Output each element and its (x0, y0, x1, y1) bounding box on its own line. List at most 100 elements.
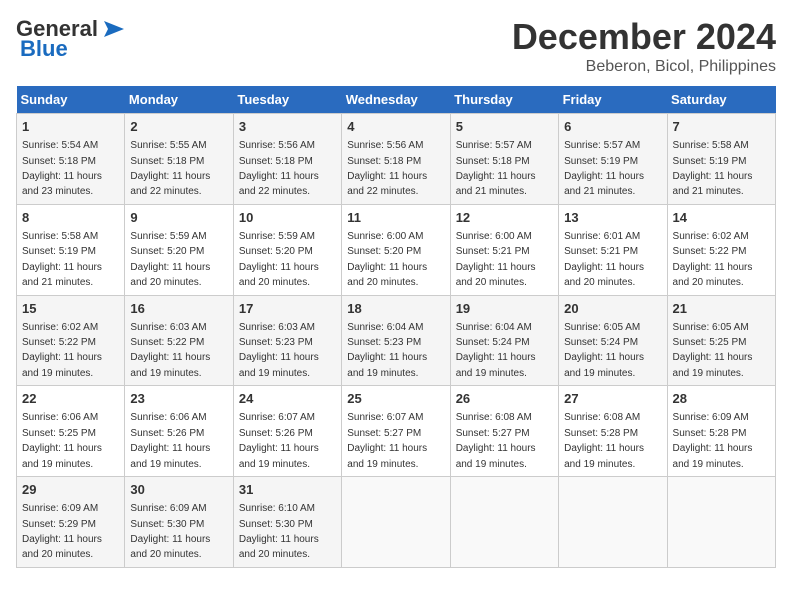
calendar-cell: 30 Sunrise: 6:09 AM Sunset: 5:30 PM Dayli… (125, 477, 233, 568)
weekday-header-friday: Friday (559, 86, 667, 114)
calendar-cell: 4 Sunrise: 5:56 AM Sunset: 5:18 PM Daylig… (342, 114, 450, 205)
day-info: Sunrise: 6:07 AM Sunset: 5:27 PM Dayligh… (347, 412, 427, 469)
calendar-cell: 5 Sunrise: 5:57 AM Sunset: 5:18 PM Daylig… (450, 114, 558, 205)
calendar-cell: 22 Sunrise: 6:06 AM Sunset: 5:25 PM Dayli… (17, 386, 125, 477)
day-info: Sunrise: 5:56 AM Sunset: 5:18 PM Dayligh… (347, 140, 427, 197)
day-info: Sunrise: 5:59 AM Sunset: 5:20 PM Dayligh… (239, 231, 319, 288)
weekday-header-wednesday: Wednesday (342, 86, 450, 114)
day-info: Sunrise: 6:09 AM Sunset: 5:28 PM Dayligh… (673, 412, 753, 469)
calendar-cell: 29 Sunrise: 6:09 AM Sunset: 5:29 PM Dayli… (17, 477, 125, 568)
day-number: 4 (347, 118, 444, 136)
day-info: Sunrise: 5:57 AM Sunset: 5:19 PM Dayligh… (564, 140, 644, 197)
day-info: Sunrise: 5:59 AM Sunset: 5:20 PM Dayligh… (130, 231, 210, 288)
day-info: Sunrise: 6:04 AM Sunset: 5:23 PM Dayligh… (347, 322, 427, 379)
day-info: Sunrise: 6:00 AM Sunset: 5:20 PM Dayligh… (347, 231, 427, 288)
week-row-1: 1Sunrise: 5:54 AM Sunset: 5:18 PM Daylig… (17, 114, 776, 205)
day-number: 24 (239, 390, 336, 408)
day-number: 30 (130, 481, 227, 499)
weekday-header-sunday: Sunday (17, 86, 125, 114)
location-title: Beberon, Bicol, Philippines (512, 58, 776, 76)
calendar-cell: 13 Sunrise: 6:01 AM Sunset: 5:21 PM Dayli… (559, 204, 667, 295)
page-header: General Blue December 2024 Beberon, Bico… (16, 16, 776, 76)
day-info: Sunrise: 6:06 AM Sunset: 5:26 PM Dayligh… (130, 412, 210, 469)
logo-blue: Blue (16, 36, 68, 62)
weekday-header-tuesday: Tuesday (233, 86, 341, 114)
calendar-cell: 15 Sunrise: 6:02 AM Sunset: 5:22 PM Dayli… (17, 295, 125, 386)
day-info: Sunrise: 6:05 AM Sunset: 5:25 PM Dayligh… (673, 322, 753, 379)
calendar-table: SundayMondayTuesdayWednesdayThursdayFrid… (16, 86, 776, 568)
day-info: Sunrise: 5:57 AM Sunset: 5:18 PM Dayligh… (456, 140, 536, 197)
calendar-cell: 18 Sunrise: 6:04 AM Sunset: 5:23 PM Dayli… (342, 295, 450, 386)
calendar-cell: 31Sunrise: 6:10 AM Sunset: 5:30 PM Dayli… (233, 477, 341, 568)
day-number: 3 (239, 118, 336, 136)
day-info: Sunrise: 5:54 AM Sunset: 5:18 PM Dayligh… (22, 140, 102, 197)
day-number: 11 (347, 209, 444, 227)
calendar-cell: 20Sunrise: 6:05 AM Sunset: 5:24 PM Dayli… (559, 295, 667, 386)
calendar-cell: 1Sunrise: 5:54 AM Sunset: 5:18 PM Daylig… (17, 114, 125, 205)
week-row-4: 22 Sunrise: 6:06 AM Sunset: 5:25 PM Dayli… (17, 386, 776, 477)
calendar-cell: 21 Sunrise: 6:05 AM Sunset: 5:25 PM Dayli… (667, 295, 775, 386)
day-number: 2 (130, 118, 227, 136)
calendar-cell: 28Sunrise: 6:09 AM Sunset: 5:28 PM Dayli… (667, 386, 775, 477)
day-number: 21 (673, 300, 770, 318)
day-number: 22 (22, 390, 119, 408)
week-row-2: 8 Sunrise: 5:58 AM Sunset: 5:19 PM Daylig… (17, 204, 776, 295)
day-info: Sunrise: 6:09 AM Sunset: 5:30 PM Dayligh… (130, 503, 210, 560)
day-number: 15 (22, 300, 119, 318)
week-row-5: 29 Sunrise: 6:09 AM Sunset: 5:29 PM Dayli… (17, 477, 776, 568)
day-number: 8 (22, 209, 119, 227)
calendar-cell (667, 477, 775, 568)
day-number: 17 (239, 300, 336, 318)
day-info: Sunrise: 6:06 AM Sunset: 5:25 PM Dayligh… (22, 412, 102, 469)
month-title: December 2024 (512, 16, 776, 58)
calendar-cell: 6 Sunrise: 5:57 AM Sunset: 5:19 PM Daylig… (559, 114, 667, 205)
day-info: Sunrise: 6:09 AM Sunset: 5:29 PM Dayligh… (22, 503, 102, 560)
logo: General Blue (16, 16, 126, 62)
day-info: Sunrise: 6:07 AM Sunset: 5:26 PM Dayligh… (239, 412, 319, 469)
calendar-cell: 19Sunrise: 6:04 AM Sunset: 5:24 PM Dayli… (450, 295, 558, 386)
day-number: 10 (239, 209, 336, 227)
day-info: Sunrise: 6:02 AM Sunset: 5:22 PM Dayligh… (22, 322, 102, 379)
day-info: Sunrise: 5:55 AM Sunset: 5:18 PM Dayligh… (130, 140, 210, 197)
day-number: 27 (564, 390, 661, 408)
day-info: Sunrise: 5:56 AM Sunset: 5:18 PM Dayligh… (239, 140, 319, 197)
calendar-cell: 11 Sunrise: 6:00 AM Sunset: 5:20 PM Dayli… (342, 204, 450, 295)
day-info: Sunrise: 6:08 AM Sunset: 5:28 PM Dayligh… (564, 412, 644, 469)
calendar-cell: 24 Sunrise: 6:07 AM Sunset: 5:26 PM Dayli… (233, 386, 341, 477)
day-number: 12 (456, 209, 553, 227)
calendar-cell: 27 Sunrise: 6:08 AM Sunset: 5:28 PM Dayli… (559, 386, 667, 477)
day-info: Sunrise: 6:01 AM Sunset: 5:21 PM Dayligh… (564, 231, 644, 288)
weekday-header-thursday: Thursday (450, 86, 558, 114)
calendar-cell: 2 Sunrise: 5:55 AM Sunset: 5:18 PM Daylig… (125, 114, 233, 205)
day-number: 5 (456, 118, 553, 136)
day-number: 18 (347, 300, 444, 318)
weekday-header-row: SundayMondayTuesdayWednesdayThursdayFrid… (17, 86, 776, 114)
day-info: Sunrise: 6:00 AM Sunset: 5:21 PM Dayligh… (456, 231, 536, 288)
calendar-cell: 12 Sunrise: 6:00 AM Sunset: 5:21 PM Dayli… (450, 204, 558, 295)
day-info: Sunrise: 6:03 AM Sunset: 5:23 PM Dayligh… (239, 322, 319, 379)
day-info: Sunrise: 6:03 AM Sunset: 5:22 PM Dayligh… (130, 322, 210, 379)
day-number: 13 (564, 209, 661, 227)
day-info: Sunrise: 6:05 AM Sunset: 5:24 PM Dayligh… (564, 322, 644, 379)
calendar-cell: 23 Sunrise: 6:06 AM Sunset: 5:26 PM Dayli… (125, 386, 233, 477)
calendar-cell: 16 Sunrise: 6:03 AM Sunset: 5:22 PM Dayli… (125, 295, 233, 386)
day-info: Sunrise: 5:58 AM Sunset: 5:19 PM Dayligh… (22, 231, 102, 288)
day-info: Sunrise: 6:02 AM Sunset: 5:22 PM Dayligh… (673, 231, 753, 288)
calendar-cell: 17 Sunrise: 6:03 AM Sunset: 5:23 PM Dayli… (233, 295, 341, 386)
day-number: 16 (130, 300, 227, 318)
day-number: 7 (673, 118, 770, 136)
day-number: 6 (564, 118, 661, 136)
calendar-cell: 25Sunrise: 6:07 AM Sunset: 5:27 PM Dayli… (342, 386, 450, 477)
day-number: 31 (239, 481, 336, 499)
calendar-cell: 9 Sunrise: 5:59 AM Sunset: 5:20 PM Daylig… (125, 204, 233, 295)
calendar-cell: 3 Sunrise: 5:56 AM Sunset: 5:18 PM Daylig… (233, 114, 341, 205)
day-number: 26 (456, 390, 553, 408)
day-number: 29 (22, 481, 119, 499)
calendar-cell: 26 Sunrise: 6:08 AM Sunset: 5:27 PM Dayli… (450, 386, 558, 477)
day-number: 23 (130, 390, 227, 408)
weekday-header-saturday: Saturday (667, 86, 775, 114)
day-info: Sunrise: 6:08 AM Sunset: 5:27 PM Dayligh… (456, 412, 536, 469)
day-info: Sunrise: 5:58 AM Sunset: 5:19 PM Dayligh… (673, 140, 753, 197)
day-number: 9 (130, 209, 227, 227)
title-section: December 2024 Beberon, Bicol, Philippine… (512, 16, 776, 76)
